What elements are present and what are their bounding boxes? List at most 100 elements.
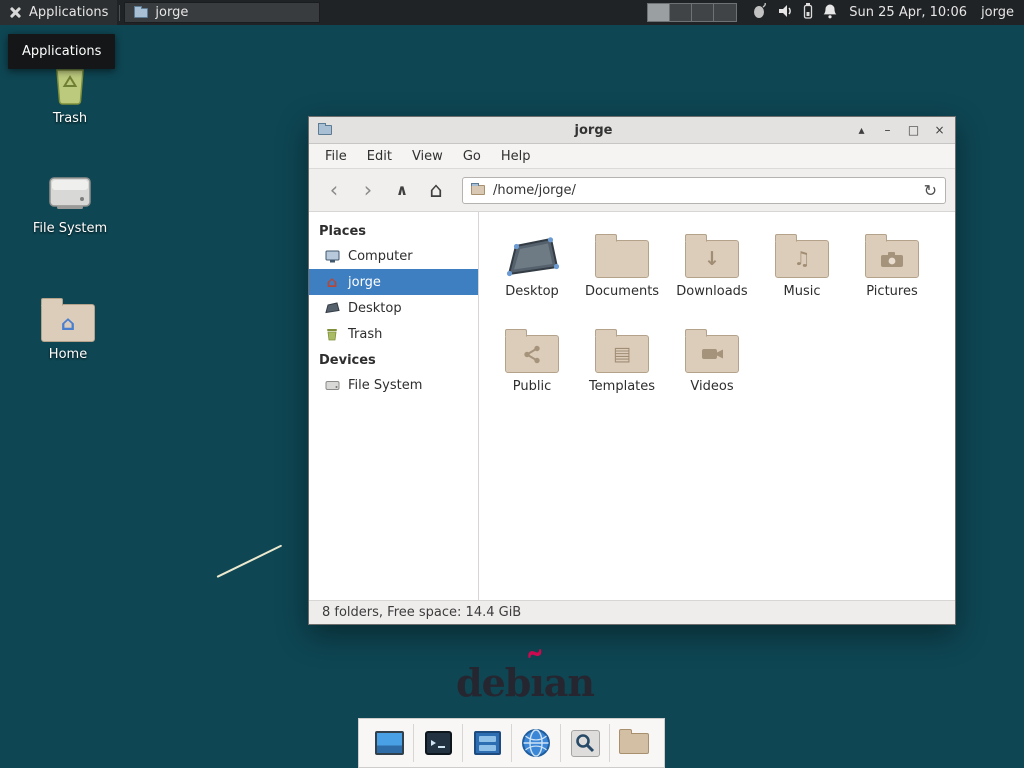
workspace-4[interactable]: [714, 4, 736, 21]
folder-pictures-icon: [865, 240, 919, 278]
minimize-button[interactable]: –: [881, 124, 894, 136]
applications-menu-label: Applications: [29, 5, 108, 20]
trash-icon: [324, 327, 340, 341]
back-button[interactable]: ‹: [318, 175, 350, 205]
folder-icon: [471, 185, 485, 195]
file-item-documents[interactable]: Documents: [577, 226, 667, 321]
file-item-pictures[interactable]: Pictures: [847, 226, 937, 321]
file-manager-window: jorge ▴ – □ × File Edit View Go Help ‹ ›…: [308, 116, 956, 625]
applications-tooltip: Applications: [8, 34, 115, 69]
applications-menu-button[interactable]: Applications: [0, 0, 117, 25]
up-button[interactable]: ∧: [386, 175, 418, 205]
window-title: jorge: [332, 123, 855, 138]
menu-file[interactable]: File: [315, 146, 357, 167]
sidebar: Places Computer ⌂ jorge Desktop: [309, 212, 479, 600]
debian-logo: deb˜ıan: [456, 660, 594, 705]
display-icon: [375, 731, 404, 755]
terminal-icon: [425, 731, 452, 755]
logo-text: an: [544, 660, 594, 705]
window-body: Places Computer ⌂ jorge Desktop: [309, 212, 955, 600]
menu-go[interactable]: Go: [453, 146, 491, 167]
folder-icon: [595, 240, 649, 278]
folder-templates-icon: ▤: [595, 335, 649, 373]
sidebar-header-places: Places: [309, 218, 478, 243]
desktop-icon-file-system[interactable]: File System: [15, 170, 125, 236]
sidebar-item-jorge[interactable]: ⌂ jorge: [309, 269, 478, 295]
taskbar-window-button[interactable]: jorge: [124, 2, 320, 23]
shade-button[interactable]: ▴: [855, 124, 868, 136]
menu-help[interactable]: Help: [491, 146, 541, 167]
reload-icon[interactable]: ↻: [924, 181, 937, 200]
cursor-trail-line: [217, 545, 283, 578]
app-finder-icon: [571, 730, 600, 757]
mouse-icon[interactable]: [751, 3, 767, 23]
clock[interactable]: Sun 25 Apr, 10:06: [849, 5, 967, 20]
file-label: Pictures: [866, 284, 917, 299]
camera-icon: [866, 241, 918, 277]
desktop-icon-label: Trash: [53, 111, 87, 126]
file-label: Downloads: [676, 284, 747, 299]
window-controls: ▴ – □ ×: [855, 124, 946, 136]
dock-item-terminal[interactable]: [419, 722, 457, 764]
file-item-videos[interactable]: Videos: [667, 321, 757, 416]
file-item-music[interactable]: ♫ Music: [757, 226, 847, 321]
document-icon: ▤: [596, 336, 648, 372]
file-item-desktop[interactable]: Desktop: [487, 226, 577, 321]
sidebar-item-trash[interactable]: Trash: [309, 321, 478, 347]
sidebar-item-computer[interactable]: Computer: [309, 243, 478, 269]
file-label: Videos: [690, 379, 733, 394]
folder-music-icon: ♫: [775, 240, 829, 278]
top-panel: Applications jorge: [0, 0, 1024, 25]
sidebar-item-desktop[interactable]: Desktop: [309, 295, 478, 321]
dock-item-web-browser[interactable]: [517, 722, 555, 764]
file-manager-icon: [619, 733, 649, 754]
volume-icon[interactable]: [777, 3, 793, 23]
folder-icon: [134, 8, 148, 18]
desktop-icon-label: File System: [33, 221, 107, 236]
notifications-bell-icon[interactable]: [823, 3, 837, 23]
tiles-icon: [474, 731, 501, 755]
menubar: File Edit View Go Help: [309, 144, 955, 169]
sidebar-item-label: File System: [348, 378, 422, 393]
window-icon[interactable]: [318, 125, 332, 135]
workspace-switcher: [647, 3, 737, 22]
dock-item-app-finder[interactable]: [566, 722, 604, 764]
desktop-icon-home[interactable]: ⌂ Home: [13, 296, 123, 362]
workspace-3[interactable]: [692, 4, 714, 21]
menu-view[interactable]: View: [402, 146, 453, 167]
location-input[interactable]: [493, 183, 916, 198]
dock-item-display[interactable]: [370, 722, 408, 764]
workspace-2[interactable]: [670, 4, 692, 21]
home-button[interactable]: ⌂: [420, 175, 452, 205]
dock-separator: [413, 724, 414, 762]
tooltip-text: Applications: [22, 44, 101, 59]
file-label: Desktop: [505, 284, 559, 299]
menu-edit[interactable]: Edit: [357, 146, 402, 167]
home-icon: ⌂: [42, 305, 94, 341]
dock-item-file-manager[interactable]: [615, 722, 653, 764]
file-item-templates[interactable]: ▤ Templates: [577, 321, 667, 416]
statusbar-text: 8 folders, Free space: 14.4 GiB: [322, 605, 521, 620]
system-tray: [751, 3, 837, 23]
close-button[interactable]: ×: [933, 124, 946, 136]
drive-icon: [44, 170, 96, 216]
desktop-icon-label: Home: [49, 347, 87, 362]
maximize-button[interactable]: □: [907, 124, 920, 136]
location-bar[interactable]: ↻: [462, 177, 946, 204]
file-label: Music: [784, 284, 821, 299]
file-item-downloads[interactable]: ↓ Downloads: [667, 226, 757, 321]
file-item-public[interactable]: Public: [487, 321, 577, 416]
dock-item-tiles[interactable]: [468, 722, 506, 764]
dock-panel: [358, 718, 665, 768]
dock-separator: [462, 724, 463, 762]
battery-icon[interactable]: [803, 3, 813, 23]
sidebar-item-file-system[interactable]: File System: [309, 372, 478, 398]
forward-button[interactable]: ›: [352, 175, 384, 205]
titlebar[interactable]: jorge ▴ – □ ×: [309, 117, 955, 144]
sidebar-item-label: Desktop: [348, 301, 402, 316]
computer-icon: [324, 250, 340, 263]
desktop-icon: [324, 302, 340, 314]
workspace-1[interactable]: [648, 4, 670, 21]
username-indicator[interactable]: jorge: [981, 5, 1014, 20]
statusbar: 8 folders, Free space: 14.4 GiB: [309, 600, 955, 624]
